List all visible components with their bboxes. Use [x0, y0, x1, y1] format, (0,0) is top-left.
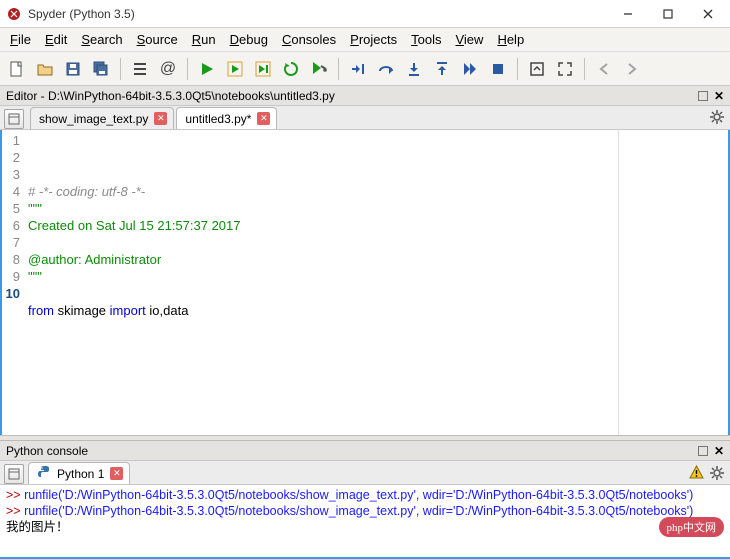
editor-path-bar: Editor - D:\WinPython-64bit-3.5.3.0Qt5\n… [0, 86, 730, 106]
menubar: FileEditSearchSourceRunDebugConsolesProj… [0, 28, 730, 52]
app-icon [6, 6, 22, 22]
console-options-icon[interactable] [710, 466, 724, 483]
toolbar-separator [120, 58, 121, 80]
code-body[interactable]: # -*- coding: utf-8 -*-"""Created on Sat… [24, 130, 618, 435]
rerun-button[interactable] [278, 56, 304, 82]
tab-label: show_image_text.py [39, 112, 148, 126]
new-file-button[interactable] [4, 56, 30, 82]
editor-margin-guide [618, 130, 728, 435]
tab-close-icon[interactable]: ✕ [154, 112, 167, 125]
nav-forward-button[interactable] [619, 56, 645, 82]
debug-stop-button[interactable] [485, 56, 511, 82]
debug-step-out-button[interactable] [429, 56, 455, 82]
editor-tab[interactable]: untitled3.py* ✕ [176, 107, 277, 129]
menu-search[interactable]: Search [75, 30, 128, 49]
console-tab-close-icon[interactable]: ✕ [110, 467, 123, 480]
maximize-button[interactable] [648, 1, 688, 27]
nav-back-button[interactable] [591, 56, 617, 82]
menu-edit[interactable]: Edit [39, 30, 73, 49]
toolbar-separator [338, 58, 339, 80]
debug-step-into-button[interactable] [401, 56, 427, 82]
console-warning-icon[interactable] [689, 465, 704, 483]
console-tabs: Python 1 ✕ [0, 461, 730, 485]
menu-run[interactable]: Run [186, 30, 222, 49]
console-output[interactable]: >> runfile('D:/WinPython-64bit-3.5.3.0Qt… [0, 485, 730, 559]
run-cell-button[interactable] [222, 56, 248, 82]
debug-step-over-button[interactable] [373, 56, 399, 82]
titlebar: Spyder (Python 3.5) [0, 0, 730, 28]
console-tab-python1[interactable]: Python 1 ✕ [28, 462, 130, 484]
save-button[interactable] [60, 56, 86, 82]
console-tab-label: Python 1 [57, 467, 104, 481]
console-title: Python console [6, 444, 694, 458]
app-title: Spyder (Python 3.5) [28, 7, 608, 21]
debug-continue-button[interactable] [457, 56, 483, 82]
toolbar-separator [187, 58, 188, 80]
python-icon [37, 465, 51, 482]
editor-tab[interactable]: show_image_text.py ✕ [30, 107, 174, 129]
minimize-button[interactable] [608, 1, 648, 27]
outline-button[interactable] [127, 56, 153, 82]
toolbar: @ [0, 52, 730, 86]
at-button[interactable]: @ [155, 56, 181, 82]
editor-tabs: show_image_text.py ✕ untitled3.py* ✕ [0, 106, 730, 130]
run-settings-button[interactable] [306, 56, 332, 82]
dock-icon[interactable] [698, 91, 708, 101]
console-browse-button[interactable] [4, 464, 24, 484]
browse-tabs-button[interactable] [4, 109, 24, 129]
editor-options-icon[interactable] [710, 110, 724, 127]
pane-close-icon[interactable]: ✕ [714, 89, 724, 103]
console-close-icon[interactable]: ✕ [714, 444, 724, 458]
toolbar-separator [517, 58, 518, 80]
save-all-button[interactable] [88, 56, 114, 82]
line-gutter: 12345678910 [2, 130, 24, 435]
editor-path: D:\WinPython-64bit-3.5.3.0Qt5\notebooks\… [48, 89, 335, 103]
menu-view[interactable]: View [449, 30, 489, 49]
menu-tools[interactable]: Tools [405, 30, 447, 49]
close-button[interactable] [688, 1, 728, 27]
menu-debug[interactable]: Debug [224, 30, 274, 49]
tab-close-icon[interactable]: ✕ [257, 112, 270, 125]
code-editor[interactable]: 12345678910 # -*- coding: utf-8 -*-"""Cr… [0, 130, 730, 435]
debug-step-button[interactable] [345, 56, 371, 82]
open-file-button[interactable] [32, 56, 58, 82]
menu-consoles[interactable]: Consoles [276, 30, 342, 49]
editor-label: Editor - [6, 89, 48, 103]
run-cell-advance-button[interactable] [250, 56, 276, 82]
watermark: php中文网 [659, 517, 725, 537]
menu-source[interactable]: Source [131, 30, 184, 49]
console-title-bar: Python console ✕ [0, 441, 730, 461]
menu-projects[interactable]: Projects [344, 30, 403, 49]
toolbar-separator [584, 58, 585, 80]
fullscreen-button[interactable] [552, 56, 578, 82]
console-dock-icon[interactable] [698, 446, 708, 456]
menu-file[interactable]: File [4, 30, 37, 49]
tab-label: untitled3.py* [185, 112, 251, 126]
menu-help[interactable]: Help [491, 30, 530, 49]
run-button[interactable] [194, 56, 220, 82]
maximize-pane-button[interactable] [524, 56, 550, 82]
